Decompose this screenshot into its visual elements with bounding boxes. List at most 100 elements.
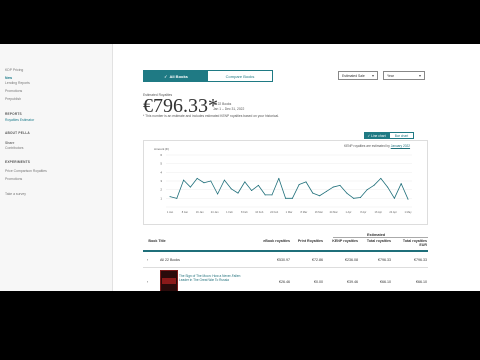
- period-select[interactable]: Year ▾: [383, 71, 425, 80]
- chevron-down-icon: ▾: [371, 73, 374, 78]
- x-tick-label: 8 Feb: [241, 210, 248, 214]
- royalties-total: €796.33*: [143, 95, 218, 117]
- sidebar-top-item[interactable]: KDP Pricing: [5, 68, 23, 72]
- sidebar-item-active[interactable]: New: [5, 76, 12, 80]
- column-header[interactable]: Book Title: [143, 239, 171, 243]
- data-point: [285, 197, 287, 199]
- data-point: [407, 198, 409, 200]
- data-point: [176, 197, 178, 199]
- row-total: €796.33: [378, 258, 391, 262]
- sidebar-section-heading: REPORTS: [5, 112, 22, 116]
- main-content: ✓ All Books Compare Books Estimated Sale…: [113, 44, 480, 291]
- data-point: [257, 184, 259, 186]
- sale-type-select[interactable]: Estimated Sale ▾: [338, 71, 378, 80]
- data-point: [298, 183, 300, 185]
- data-point: [244, 181, 246, 183]
- x-tick-label: 24 Mar: [330, 210, 338, 214]
- data-point: [183, 179, 185, 181]
- x-tick-label: 24 Apr: [389, 210, 397, 214]
- line-chart-svg: Amount (€) 1 2 3 4 5 6 1 Jan 8 Jan 16 Jan 24 Jan 1 …: [154, 147, 412, 214]
- expand-icon[interactable]: ›: [147, 280, 148, 284]
- sidebar: KDP Pricing New Lending Reports Promotio…: [0, 44, 113, 291]
- summary-date-range: Jan 1 – Dec 31, 2022: [213, 107, 245, 111]
- x-tick-label: 24 Jan: [211, 210, 219, 214]
- select-value: Estimated Sale: [342, 73, 365, 78]
- series-line: [169, 178, 409, 200]
- sidebar-item[interactable]: Promotions: [5, 177, 22, 181]
- book-cover-thumbnail: [160, 270, 178, 291]
- x-tick-label: 8 Mar: [301, 210, 308, 214]
- column-header[interactable]: Print Royalties: [293, 239, 323, 243]
- data-point: [169, 196, 171, 198]
- sidebar-item[interactable]: Promotions: [5, 89, 22, 93]
- x-tick-label: 1 Jan: [167, 210, 174, 214]
- sidebar-section-heading: ABOUT PELLA: [5, 131, 30, 135]
- tab-label: All Books: [169, 73, 188, 79]
- x-tick-label: 24 Feb: [270, 210, 279, 214]
- data-point: [332, 186, 334, 188]
- row-print: €0.00: [314, 280, 323, 284]
- sidebar-item-royalties[interactable]: Royalties Estimator: [5, 118, 34, 122]
- column-header[interactable]: eBook royalties: [255, 239, 290, 243]
- row-print: €72.86: [312, 258, 323, 262]
- data-point: [196, 177, 198, 179]
- x-tick-label: 1 Mar: [286, 210, 293, 214]
- check-icon: ✓: [367, 133, 371, 138]
- sidebar-item[interactable]: Price Comparison Royalties: [5, 169, 47, 173]
- column-header[interactable]: KENP royalties: [328, 239, 358, 243]
- data-point: [400, 183, 402, 185]
- data-point: [346, 192, 348, 194]
- survey-link[interactable]: Take a survey: [5, 192, 26, 196]
- data-point: [312, 192, 314, 194]
- row-kenp: €39.46: [347, 280, 358, 284]
- y-tick-label: 5: [160, 162, 162, 166]
- book-scope-tabs: ✓ All Books Compare Books: [143, 70, 273, 82]
- data-point: [278, 177, 280, 179]
- row-title[interactable]: The Sign of The Moon: How a Never-Fallen…: [179, 274, 251, 282]
- data-point: [366, 189, 368, 191]
- toggle-label: Line chart: [371, 133, 386, 138]
- data-point: [230, 188, 232, 190]
- summary-books: All 22 Books: [213, 102, 232, 106]
- data-point: [210, 180, 212, 182]
- check-icon: ✓: [164, 73, 168, 79]
- sidebar-item[interactable]: Prepublish: [5, 97, 21, 101]
- row-kenp: €236.08: [345, 258, 358, 262]
- x-tick-label: 16 Mar: [315, 210, 323, 214]
- summary-note: * This number is an estimate and include…: [143, 114, 280, 118]
- bar-chart-toggle[interactable]: Bar chart: [389, 132, 414, 139]
- x-tick-label: 1 Feb: [226, 210, 233, 214]
- data-point: [189, 186, 191, 188]
- data-point: [387, 186, 389, 188]
- y-tick-label: 2: [160, 188, 162, 192]
- sidebar-item[interactable]: Contributors: [5, 146, 23, 150]
- column-header[interactable]: Total royalties EUR: [395, 239, 427, 247]
- sidebar-section-heading: EXPERIMENTS: [5, 160, 31, 164]
- x-tick-label: 16 Jan: [196, 210, 204, 214]
- data-point: [264, 194, 266, 196]
- row-total-eur: €796.33: [414, 258, 427, 262]
- data-point: [359, 196, 361, 198]
- line-chart-toggle[interactable]: ✓ Line chart: [364, 132, 389, 139]
- app-screen: KDP Pricing New Lending Reports Promotio…: [0, 44, 480, 291]
- data-point: [223, 179, 225, 181]
- expand-icon[interactable]: ›: [147, 258, 148, 262]
- row-total-eur: €66.10: [416, 280, 427, 284]
- tab-compare-books[interactable]: Compare Books: [208, 71, 272, 81]
- divider: [333, 237, 428, 238]
- data-point: [291, 197, 293, 199]
- data-point: [380, 177, 382, 179]
- data-point: [393, 197, 395, 199]
- royalties-chart: KENP royalties are estimated by January …: [143, 140, 428, 225]
- tab-all-books[interactable]: ✓ All Books: [144, 71, 208, 81]
- y-axis-label: Amount (€): [154, 147, 169, 151]
- chart-type-toggle: ✓ Line chart Bar chart: [364, 132, 414, 139]
- data-point: [319, 195, 321, 197]
- row-ebook: €530.97: [277, 258, 290, 262]
- sidebar-item[interactable]: Lending Reports: [5, 81, 30, 85]
- y-tick-label: 1: [160, 196, 162, 200]
- data-point: [251, 190, 253, 192]
- x-tick-label: 16 Apr: [375, 210, 383, 214]
- column-header[interactable]: Total royalties: [361, 239, 391, 243]
- sidebar-item[interactable]: Share: [5, 141, 14, 145]
